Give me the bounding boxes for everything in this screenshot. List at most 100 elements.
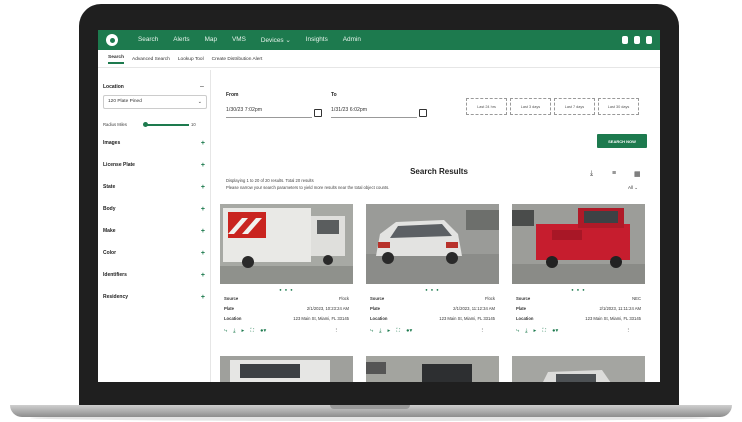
facet-label: Color: [103, 250, 117, 256]
plate-value: 2/1/2023, 11:12:34 AM: [453, 306, 495, 311]
tab-advanced-search[interactable]: Advanced Search: [132, 57, 170, 62]
filter-sidebar: Location – 120 Plate Pined ⌄ Radius Mile…: [98, 70, 211, 382]
image-pager-dots[interactable]: ● ● ●: [220, 287, 353, 292]
card-row-location: Location 123 Main St, Miami, FL 33145: [516, 316, 641, 325]
more-icon[interactable]: ⋮: [626, 328, 632, 334]
plus-icon[interactable]: +: [201, 294, 205, 301]
facet-license-plate[interactable]: License Plate +: [103, 162, 207, 172]
vehicle-photo[interactable]: [366, 204, 499, 284]
nav-alerts[interactable]: Alerts: [173, 36, 189, 44]
plus-icon[interactable]: +: [201, 162, 205, 169]
facet-make[interactable]: Make +: [103, 228, 207, 238]
location-value: 123 Main St, Miami, FL 33145: [439, 316, 495, 321]
laptop-notch: [330, 405, 410, 409]
collapse-icon[interactable]: –: [200, 83, 204, 90]
facet-state[interactable]: State +: [103, 184, 207, 194]
nav-admin[interactable]: Admin: [343, 36, 361, 44]
plus-icon[interactable]: +: [201, 206, 205, 213]
vehicle-photo[interactable]: [366, 356, 499, 382]
vehicle-photo[interactable]: [512, 356, 645, 382]
nav-devices[interactable]: Devices ⌄: [261, 36, 291, 44]
card-row-plate: Plate 2/1/2023, 10:23:24 AM: [224, 306, 349, 315]
location-select[interactable]: 120 Plate Pined ⌄: [103, 95, 207, 109]
chip-last-7-days[interactable]: Last 7 days: [554, 98, 595, 115]
from-date-input[interactable]: 1/30/23 7:02pm: [226, 102, 312, 118]
camera-icon[interactable]: ●▾: [406, 328, 412, 334]
pin-icon[interactable]: ⤷: [224, 328, 227, 334]
source-label: Source: [370, 296, 385, 301]
camera-icon[interactable]: ●▾: [260, 328, 266, 334]
radius-slider-handle[interactable]: [143, 122, 148, 127]
source-value: Flock: [338, 296, 349, 301]
plus-icon[interactable]: +: [201, 272, 205, 279]
user-icon[interactable]: [646, 36, 652, 44]
image-pager-dots[interactable]: ● ● ●: [512, 287, 645, 292]
radius-value: 10: [191, 122, 196, 127]
radius-slider-track[interactable]: [144, 124, 189, 126]
tab-create-distribution-alert[interactable]: Create Distribution Alert: [212, 57, 263, 62]
to-date-input[interactable]: 1/31/23 6:02pm: [331, 102, 417, 118]
chevron-down-icon: ⌄: [197, 99, 202, 105]
pin-icon[interactable]: ⤷: [516, 328, 519, 334]
nav-vms[interactable]: VMS: [232, 36, 246, 44]
facet-label: Images: [103, 140, 121, 146]
facet-identifiers[interactable]: Identifiers +: [103, 272, 207, 282]
expand-icon[interactable]: ⛶: [542, 328, 546, 334]
result-card[interactable]: ● ● ● Source NEC Plate 2/1/2023, 11:11:24 …: [512, 204, 645, 349]
result-card[interactable]: ● ● ● Source Flock Plate 2/1/2023, 11:12:3…: [366, 204, 499, 349]
search-now-button[interactable]: SEARCH NOW: [597, 134, 647, 148]
tab-lookup-tool[interactable]: Lookup Tool: [178, 57, 204, 62]
nav-insights[interactable]: Insights: [306, 36, 328, 44]
facet-label: Identifiers: [103, 272, 127, 278]
tab-search[interactable]: Search: [108, 55, 124, 64]
play-icon[interactable]: ▸: [388, 328, 391, 334]
app-logo-icon[interactable]: [106, 34, 118, 46]
facet-body[interactable]: Body +: [103, 206, 207, 216]
download-icon[interactable]: ⤓: [590, 170, 593, 178]
help-icon[interactable]: [634, 36, 640, 44]
image-pager-dots[interactable]: ● ● ●: [366, 287, 499, 292]
download-icon[interactable]: ⤓: [233, 328, 235, 334]
expand-icon[interactable]: ⛶: [250, 328, 254, 334]
chip-last-30-days[interactable]: Last 30 days: [598, 98, 639, 115]
more-icon[interactable]: ⋮: [480, 328, 486, 334]
chip-last-3-days[interactable]: Last 3 days: [510, 98, 551, 115]
play-icon[interactable]: ▸: [534, 328, 537, 334]
facet-color[interactable]: Color +: [103, 250, 207, 260]
download-icon[interactable]: ⤓: [379, 328, 381, 334]
facet-residency[interactable]: Residency +: [103, 294, 207, 304]
play-icon[interactable]: ▸: [242, 328, 245, 334]
plus-icon[interactable]: +: [201, 250, 205, 257]
pin-icon[interactable]: ⤷: [370, 328, 373, 334]
vehicle-photo[interactable]: [220, 356, 353, 382]
calendar-icon[interactable]: [314, 109, 322, 117]
camera-icon[interactable]: ●▾: [552, 328, 558, 334]
plus-icon[interactable]: +: [201, 228, 205, 235]
nav-map[interactable]: Map: [205, 36, 217, 44]
chip-last-24-hrs[interactable]: Last 24 hrs: [466, 98, 507, 115]
plate-value: 2/1/2023, 11:11:24 AM: [599, 306, 641, 311]
location-label: Location: [370, 316, 388, 321]
download-icon[interactable]: ⤓: [525, 328, 527, 334]
calendar-icon[interactable]: [419, 109, 427, 117]
facet-label: Make: [103, 228, 116, 234]
bell-icon[interactable]: [622, 36, 628, 44]
location-label: Location: [103, 84, 124, 90]
sort-select[interactable]: All ⌄: [628, 185, 638, 191]
vehicle-photo[interactable]: [512, 204, 645, 284]
result-card[interactable]: ● ● ● Source Flock Plate 2/1/2023, 10:23:2…: [220, 204, 353, 349]
plus-icon[interactable]: +: [201, 140, 205, 147]
grid-view-icon[interactable]: ▦: [634, 170, 641, 178]
more-icon[interactable]: ⋮: [334, 328, 340, 334]
list-view-icon[interactable]: ≡: [612, 170, 616, 177]
plate-label: Plate: [370, 306, 381, 311]
card-actions: ⤷ ⤓ ▸ ⛶ ●▾ ⋮: [516, 328, 641, 338]
facet-images[interactable]: Images +: [103, 140, 207, 150]
plus-icon[interactable]: +: [201, 184, 205, 191]
location-value: 123 Main St, Miami, FL 33145: [293, 316, 349, 321]
location-value: 123 Main St, Miami, FL 33145: [585, 316, 641, 321]
vehicle-photo[interactable]: [220, 204, 353, 284]
expand-icon[interactable]: ⛶: [396, 328, 400, 334]
results-title: Search Results: [410, 167, 468, 176]
nav-search[interactable]: Search: [138, 36, 158, 44]
